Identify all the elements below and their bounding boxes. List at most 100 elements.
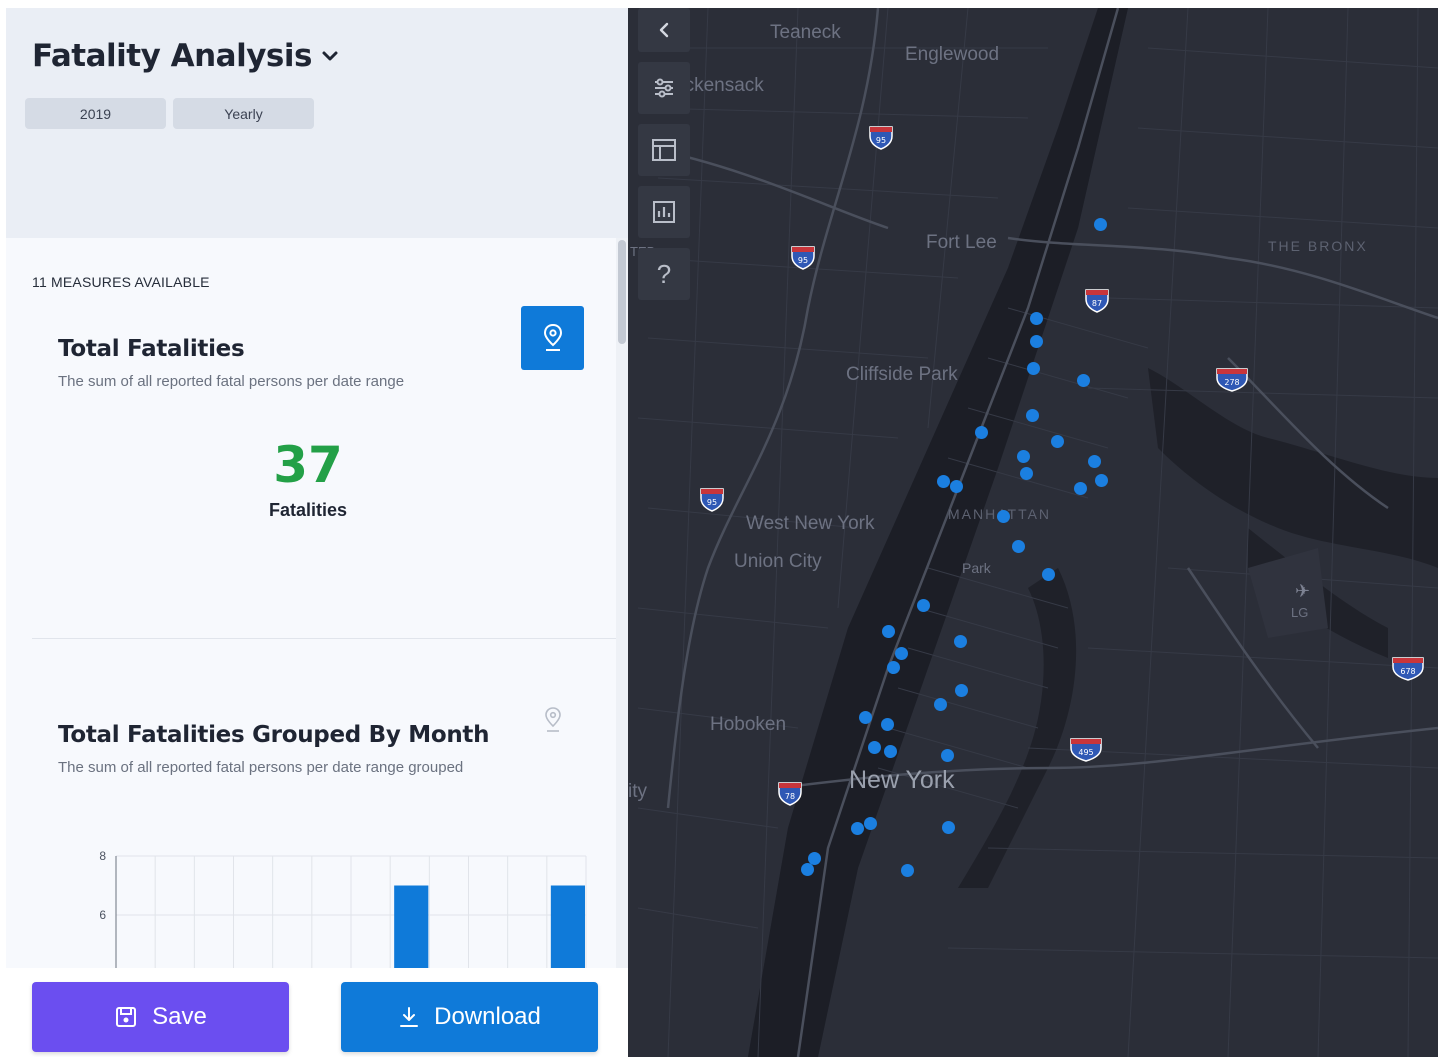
fatalities-by-month-chart: 8642 bbox=[99, 849, 587, 969]
fatality-marker[interactable] bbox=[851, 822, 864, 835]
fatality-marker[interactable] bbox=[1020, 467, 1033, 480]
page-title[interactable]: Fatality Analysis bbox=[32, 38, 340, 74]
svg-text:95: 95 bbox=[876, 136, 886, 145]
card-title: Total Fatalities bbox=[58, 336, 245, 362]
map-label-park: Park bbox=[962, 560, 991, 576]
year-chip[interactable]: 2019 bbox=[25, 98, 166, 129]
save-icon bbox=[116, 1007, 137, 1027]
chevron-down-icon bbox=[322, 51, 338, 61]
measures-count: 11 MEASURES AVAILABLE bbox=[32, 274, 210, 290]
map-label-union-city: Union City bbox=[734, 551, 822, 572]
svg-text:95: 95 bbox=[707, 498, 717, 507]
help-icon: ? bbox=[656, 258, 672, 289]
map-label-teaneck: Teaneck bbox=[770, 22, 841, 43]
svg-text:95: 95 bbox=[798, 256, 808, 265]
fatality-marker[interactable] bbox=[934, 698, 947, 711]
fatality-marker[interactable] bbox=[1095, 474, 1108, 487]
panel-header: Fatality Analysis 2019 Yearly bbox=[6, 8, 628, 238]
fatality-marker[interactable] bbox=[1027, 362, 1040, 375]
fatality-marker[interactable] bbox=[859, 711, 872, 724]
map-label-fort-lee: Fort Lee bbox=[926, 232, 997, 253]
save-button-label: Save bbox=[152, 1003, 207, 1030]
analysis-panel: Fatality Analysis 2019 Yearly 11 MEASURE… bbox=[6, 8, 628, 1057]
fatality-marker[interactable] bbox=[997, 510, 1010, 523]
map-label-englewood: Englewood bbox=[905, 44, 1000, 65]
fatality-marker[interactable] bbox=[1026, 409, 1039, 422]
fatality-marker[interactable] bbox=[941, 749, 954, 762]
collapse-chevron-icon bbox=[659, 22, 669, 38]
fatality-marker[interactable] bbox=[1017, 450, 1030, 463]
fatality-marker[interactable] bbox=[937, 475, 950, 488]
fatality-marker[interactable] bbox=[1051, 435, 1064, 448]
fatality-marker[interactable] bbox=[1074, 482, 1087, 495]
map-label-the-bronx: THE BRONX bbox=[1268, 238, 1368, 254]
fatality-marker[interactable] bbox=[1042, 568, 1055, 581]
measures-list: 11 MEASURES AVAILABLE Total Fatalities T… bbox=[6, 238, 616, 968]
fatality-marker[interactable] bbox=[1012, 540, 1025, 553]
fatality-marker[interactable] bbox=[882, 625, 895, 638]
collapse-button[interactable] bbox=[638, 8, 690, 52]
app: Fatality Analysis 2019 Yearly 11 MEASURE… bbox=[0, 0, 1443, 1057]
map-pin-icon bbox=[543, 323, 562, 351]
map-view[interactable]: Teaneck Englewood ackensack Fort Lee THE… bbox=[628, 8, 1438, 1057]
download-button[interactable]: Download bbox=[341, 982, 598, 1052]
chart-bar[interactable] bbox=[550, 885, 585, 969]
fatality-marker[interactable] bbox=[950, 480, 963, 493]
map-label-cliffside-park: Cliffside Park bbox=[846, 364, 958, 385]
map-pin-button[interactable] bbox=[521, 306, 584, 370]
y-tick-label: 8 bbox=[99, 849, 106, 863]
interstate-shield-icon: 95 bbox=[869, 126, 893, 150]
interstate-shield-icon: 278 bbox=[1216, 368, 1248, 392]
map-label-lga: LG bbox=[1291, 605, 1309, 620]
fatality-marker[interactable] bbox=[868, 741, 881, 754]
interstate-shield-icon: 495 bbox=[1070, 738, 1102, 762]
filter-icon bbox=[655, 78, 673, 98]
fatality-marker[interactable] bbox=[1030, 335, 1043, 348]
fatality-marker[interactable] bbox=[881, 718, 894, 731]
card-subtitle-grouped: The sum of all reported fatal persons pe… bbox=[58, 759, 464, 776]
filter-chips: 2019 Yearly bbox=[25, 98, 314, 129]
table-view-button[interactable] bbox=[638, 124, 690, 176]
scrollbar[interactable] bbox=[616, 238, 628, 968]
fatality-marker[interactable] bbox=[901, 864, 914, 877]
save-button[interactable]: Save bbox=[32, 982, 289, 1052]
map-label-west-new-york: West New York bbox=[746, 513, 875, 534]
help-button[interactable]: ? bbox=[638, 248, 690, 300]
fatality-marker[interactable] bbox=[917, 599, 930, 612]
fatality-marker[interactable] bbox=[801, 863, 814, 876]
fatality-marker[interactable] bbox=[942, 821, 955, 834]
fatality-marker[interactable] bbox=[884, 745, 897, 758]
chart-view-button[interactable] bbox=[638, 186, 690, 238]
svg-text:678: 678 bbox=[1400, 667, 1415, 676]
fatality-marker[interactable] bbox=[1088, 455, 1101, 468]
interstate-shield-icon: 78 bbox=[778, 782, 802, 806]
total-fatalities-unit: Fatalities bbox=[268, 500, 348, 520]
fatality-marker[interactable] bbox=[955, 684, 968, 697]
fatality-marker[interactable] bbox=[864, 817, 877, 830]
fatality-marker[interactable] bbox=[954, 635, 967, 648]
period-chip[interactable]: Yearly bbox=[173, 98, 314, 129]
svg-text:495: 495 bbox=[1078, 748, 1093, 757]
interstate-shield-icon: 678 bbox=[1392, 657, 1424, 681]
svg-text:278: 278 bbox=[1224, 378, 1239, 387]
download-icon bbox=[400, 1007, 419, 1027]
scrollbar-thumb[interactable] bbox=[618, 240, 626, 344]
interstate-shield-icon: 95 bbox=[700, 488, 724, 512]
fatality-marker[interactable] bbox=[895, 647, 908, 660]
chart-bar[interactable] bbox=[394, 885, 429, 969]
filter-button[interactable] bbox=[638, 62, 690, 114]
fatality-marker[interactable] bbox=[887, 661, 900, 674]
action-bar: Save Download bbox=[6, 968, 628, 1057]
map-label-new-york: New York bbox=[849, 766, 955, 794]
total-fatalities-value: 37 bbox=[273, 436, 343, 494]
map-pin-icon[interactable] bbox=[542, 706, 564, 734]
fatality-marker[interactable] bbox=[1030, 312, 1043, 325]
fatality-marker[interactable] bbox=[1077, 374, 1090, 387]
svg-text:87: 87 bbox=[1092, 299, 1102, 308]
card-title-grouped: Total Fatalities Grouped By Month bbox=[58, 722, 490, 748]
bar-chart-icon bbox=[653, 201, 675, 223]
y-tick-label: 6 bbox=[99, 908, 106, 922]
interstate-shield-icon: 95 bbox=[791, 246, 815, 270]
fatality-marker[interactable] bbox=[1094, 218, 1107, 231]
fatality-marker[interactable] bbox=[975, 426, 988, 439]
